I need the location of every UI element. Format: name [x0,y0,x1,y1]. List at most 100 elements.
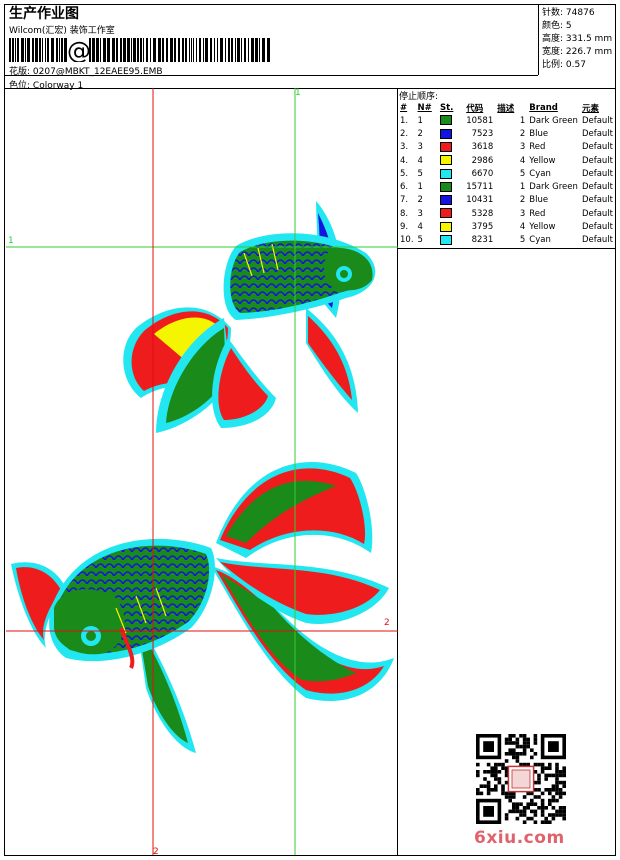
stop-index: 3. [400,142,409,153]
needle-number: 4 [417,222,423,233]
needle-number: 1 [417,115,423,126]
stop-row: 10. 5 8231 5 Cyan Default [398,234,615,247]
color-description: Blue [529,128,549,139]
col-element: 元素 [581,104,599,114]
col-description: 描述 [497,104,515,114]
stitch-count: 7523 [471,128,494,139]
info-colors: 颜色: 5 [542,21,572,31]
stop-row: 9. 4 3795 4 Yellow Default [398,220,615,233]
color-description: Cyan [529,235,551,246]
stitch-count: 5328 [471,208,494,219]
stop-index: 7. [400,195,409,206]
color-swatch-box [439,181,452,192]
thread-brand: Default [581,128,613,139]
barcode-image: @ [9,38,270,62]
marker-red-bottom: 2 [153,847,159,857]
color-code: 4 [519,155,526,166]
color-swatch [438,194,464,207]
stop-index: 1. [400,115,409,126]
color-code: 4 [519,222,526,233]
stitch-count: 2986 [471,155,494,166]
stop-index: 4. [400,155,409,166]
color-code: 1 [519,182,526,193]
stitch-count: 6670 [471,168,494,179]
color-swatch [438,114,464,127]
thread-brand: Default [581,155,613,166]
color-code: 2 [519,195,526,206]
thread-brand: Default [581,222,613,233]
stop-row: 8. 3 5328 3 Red Default [398,207,615,220]
stitch-count: 3795 [471,222,494,233]
color-description: Yellow [529,155,556,166]
table-bottom-rule [397,248,615,249]
stop-row: 7. 2 10431 2 Blue Default [398,194,615,207]
stitch-count: 10581 [466,115,494,126]
color-code: 5 [519,168,526,179]
color-swatch-box [439,168,452,179]
color-code: 2 [519,128,526,139]
color-swatch [438,141,464,154]
stop-row: 2. 2 7523 2 Blue Default [398,127,615,140]
stop-row: 5. 5 6670 5 Cyan Default [398,167,615,180]
color-description: Cyan [529,168,551,179]
stitch-count: 3618 [471,142,494,153]
color-code: 3 [519,142,526,153]
color-description: Dark Green [529,115,578,126]
color-swatch-box [439,235,452,246]
needle-number: 2 [417,128,423,139]
color-code: 3 [519,208,526,219]
color-swatch [438,220,464,233]
qr-code-image [476,734,566,824]
col-stitches: St. [439,103,454,113]
col-code: 代码 [466,104,484,114]
color-code: 1 [519,115,526,126]
color-code: 5 [519,235,526,246]
svg-text:@: @ [67,38,91,62]
color-swatch-box [439,141,452,152]
stop-row: 6. 1 15711 1 Dark Green Default [398,180,615,193]
info-box-divider [538,5,539,75]
thread-brand: Default [581,182,613,193]
stop-row: 3. 3 3618 3 Red Default [398,141,615,154]
marker-green-top: 1 [295,88,301,98]
color-swatch-box [439,128,452,139]
stop-table-header-row: # N# St. 代码 描述 Brand 元素 [398,102,615,114]
sheet-title: 生产作业图 [9,6,79,22]
stop-row: 1. 1 10581 1 Dark Green Default [398,114,615,127]
lower-goldfish [11,461,394,753]
col-brand: Brand [529,103,558,113]
marker-red-right: 2 [384,618,390,628]
color-description: Yellow [529,222,556,233]
stop-table-body: 1. 1 10581 1 Dark Green Default 2. 2 7523 2 Blue De… [398,114,615,247]
site-watermark: 6xiu.com [474,828,565,848]
col-needle: N# [417,103,432,113]
color-swatch-box [439,195,452,206]
col-index: # [400,103,408,113]
needle-number: 3 [417,142,423,153]
thread-brand: Default [581,115,613,126]
stop-index: 5. [400,168,409,179]
color-description: Red [529,208,546,219]
stitch-count: 8231 [471,235,494,246]
color-swatch [438,180,464,193]
info-width: 宽度: 226.7 mm [542,47,613,57]
needle-number: 1 [417,182,423,193]
needle-number: 5 [417,235,423,246]
needle-number: 2 [417,195,423,206]
stop-index: 2. [400,128,409,139]
needle-number: 3 [417,208,423,219]
color-swatch-box [439,208,452,219]
thread-brand: Default [581,195,613,206]
stop-index: 6. [400,182,409,193]
stop-sequence-header: 停止顺序: [399,92,439,102]
header-rule [5,75,538,76]
color-swatch [438,127,464,140]
stop-index: 8. [400,208,409,219]
color-swatch-box [439,221,452,232]
info-scale: 比例: 0.57 [542,60,586,70]
embroidery-preview [6,88,398,855]
color-swatch [438,234,464,247]
stop-index: 10. [400,235,414,246]
stitch-count: 15711 [466,182,494,193]
production-worksheet: 生产作业图 Wilcom(汇宏) 装饰工作室 @ 花版: 0207@MBKT_1… [4,4,616,857]
